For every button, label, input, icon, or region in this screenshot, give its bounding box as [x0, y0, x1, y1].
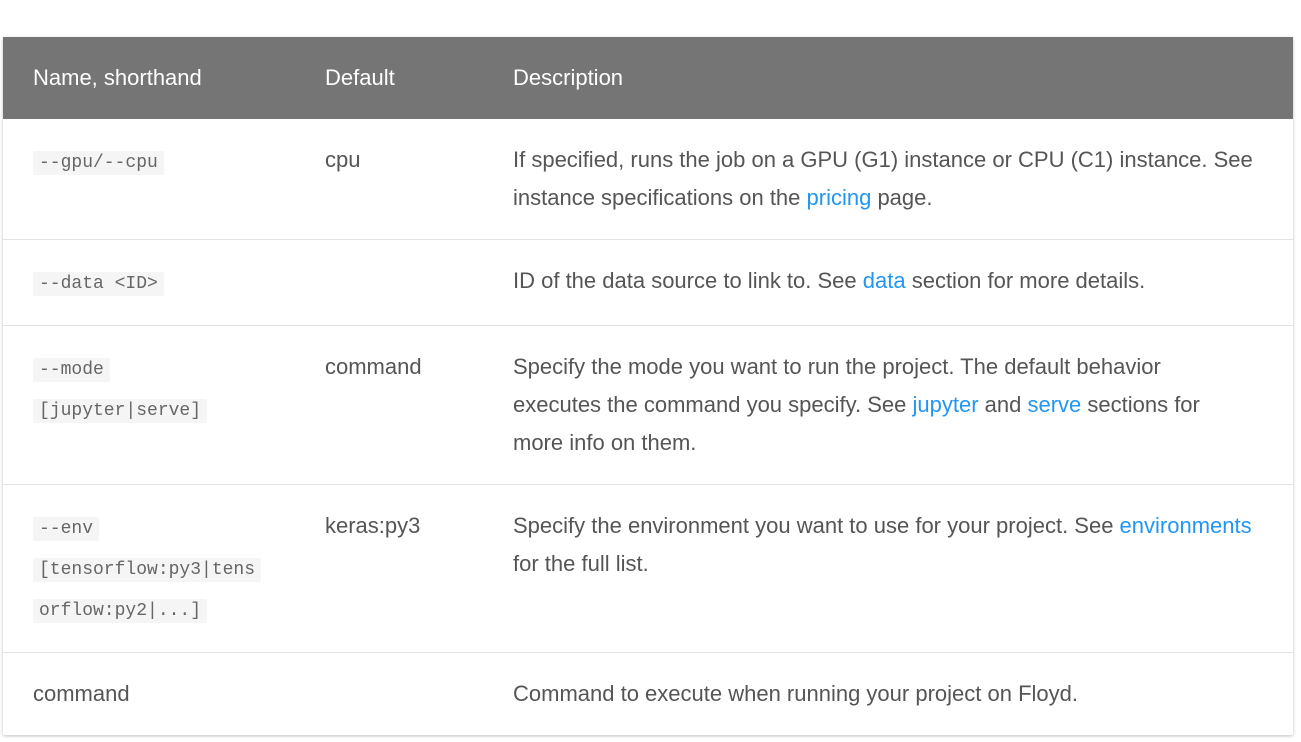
description-text: Specify the environment you want to use … — [513, 513, 1120, 538]
description-text-end: section for more details. — [905, 268, 1146, 293]
description-text: ID of the data source to link to. See — [513, 268, 863, 293]
options-table-card: Name, shorthand Default Description --gp… — [3, 37, 1293, 735]
table-row: --mode [jupyter|serve] command Specify t… — [3, 325, 1293, 485]
environments-link[interactable]: environments — [1120, 513, 1252, 538]
table-row: --env [tensorflow:py3|tensorflow:py2|...… — [3, 484, 1293, 653]
header-description: Description — [513, 65, 624, 90]
table-row: command Command to execute when running … — [3, 652, 1293, 735]
description-cell: Specify the environment you want to use … — [483, 484, 1293, 653]
header-name-shorthand: Name, shorthand — [33, 65, 202, 90]
description-text-end: page. — [871, 185, 933, 210]
option-name-cell: --gpu/--cpu — [3, 119, 295, 240]
option-name-code-values: [tensorflow:py3|tensorflow:py2|...] — [33, 558, 262, 623]
description-cell: Command to execute when running your pro… — [483, 652, 1293, 735]
pricing-link[interactable]: pricing — [807, 185, 872, 210]
default-value: keras:py3 — [295, 484, 483, 653]
serve-link[interactable]: serve — [1027, 392, 1081, 417]
default-value — [295, 652, 483, 735]
option-name-code: --data <ID> — [33, 272, 164, 296]
description-cell: Specify the mode you want to run the pro… — [483, 325, 1293, 485]
option-name-code: --env — [33, 517, 100, 541]
default-value: command — [295, 325, 483, 485]
option-name-cell: --env [tensorflow:py3|tensorflow:py2|...… — [3, 484, 295, 653]
description-cell: If specified, runs the job on a GPU (G1)… — [483, 119, 1293, 240]
header-default: Default — [325, 65, 395, 90]
description-text-mid: and — [978, 392, 1028, 417]
options-table: Name, shorthand Default Description --gp… — [3, 37, 1293, 735]
default-value — [295, 239, 483, 326]
table-row: --data <ID> ID of the data source to lin… — [3, 239, 1293, 326]
data-link[interactable]: data — [863, 268, 906, 293]
default-value: cpu — [325, 147, 361, 172]
table-row: --gpu/--cpu cpu If specified, runs the j… — [3, 119, 1293, 240]
option-name-cell: --mode [jupyter|serve] — [3, 325, 295, 485]
option-name-code: --gpu/--cpu — [33, 151, 164, 175]
option-name-cell: --data <ID> — [3, 239, 295, 326]
option-name-code-values: [jupyter|serve] — [33, 399, 208, 423]
description-text-end: for the full list. — [513, 551, 649, 576]
table-header-row: Name, shorthand Default Description — [3, 37, 1293, 119]
description-cell: ID of the data source to link to. See da… — [483, 239, 1293, 326]
option-name-code: --mode — [33, 358, 110, 382]
option-name-plain: command — [3, 652, 295, 735]
jupyter-link[interactable]: jupyter — [912, 392, 978, 417]
